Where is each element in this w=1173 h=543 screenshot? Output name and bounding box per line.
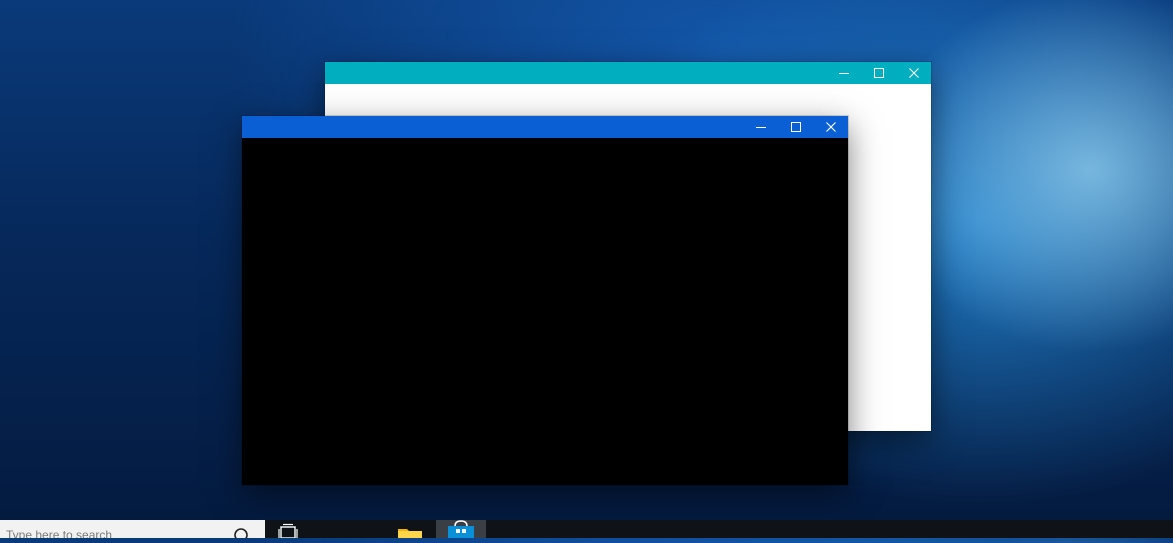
close-icon xyxy=(825,122,836,132)
minimize-icon xyxy=(838,73,849,74)
taskbar: Type here to search xyxy=(0,520,1173,539)
maximize-button[interactable] xyxy=(861,62,896,84)
front-window-titlebar[interactable] xyxy=(242,116,848,138)
desktop xyxy=(0,0,1173,520)
store-button[interactable] xyxy=(436,520,486,538)
front-window-controls xyxy=(743,116,848,138)
search-icon xyxy=(234,528,248,538)
maximize-icon xyxy=(873,68,884,78)
search-placeholder: Type here to search xyxy=(6,528,113,538)
file-explorer-button[interactable] xyxy=(396,520,424,538)
store-icon xyxy=(448,520,474,538)
close-button[interactable] xyxy=(896,62,931,84)
front-window-content[interactable] xyxy=(242,138,848,485)
task-view-button[interactable] xyxy=(276,520,300,539)
file-explorer-icon xyxy=(398,529,422,538)
close-button[interactable] xyxy=(813,116,848,138)
back-window-titlebar[interactable] xyxy=(325,62,931,84)
close-icon xyxy=(908,68,919,78)
back-window-controls xyxy=(826,62,931,84)
maximize-button[interactable] xyxy=(778,116,813,138)
task-view-icon xyxy=(278,523,298,539)
minimize-button[interactable] xyxy=(743,116,778,138)
front-window[interactable] xyxy=(242,116,848,485)
minimize-button[interactable] xyxy=(826,62,861,84)
search-box[interactable]: Type here to search xyxy=(0,520,265,538)
minimize-icon xyxy=(755,127,766,128)
maximize-icon xyxy=(790,122,801,132)
